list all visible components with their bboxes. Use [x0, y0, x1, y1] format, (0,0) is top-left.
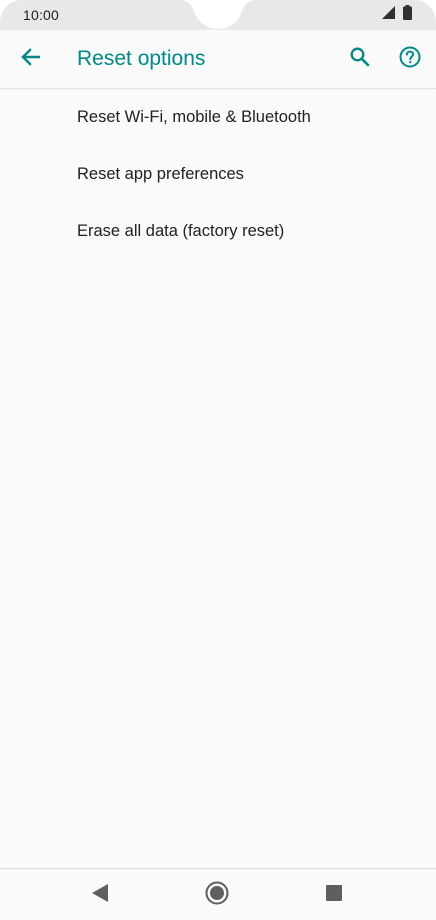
help-button[interactable] — [394, 43, 426, 75]
app-bar: Reset options — [0, 30, 436, 89]
nav-back-icon — [92, 883, 108, 907]
arrow-back-icon — [20, 47, 41, 71]
navigation-bar — [0, 868, 436, 920]
nav-recents-icon — [326, 884, 342, 906]
nav-back-button[interactable] — [80, 877, 120, 913]
nav-home-icon — [205, 881, 229, 910]
option-label: Reset app preferences — [77, 165, 244, 183]
help-icon — [399, 46, 421, 73]
status-time: 10:00 — [23, 7, 60, 23]
option-reset-network[interactable]: Reset Wi-Fi, mobile & Bluetooth — [0, 89, 436, 146]
option-reset-app-preferences[interactable]: Reset app preferences — [0, 146, 436, 203]
option-label: Reset Wi-Fi, mobile & Bluetooth — [77, 108, 311, 126]
page-title: Reset options — [77, 47, 206, 70]
notch-edge-left — [180, 0, 194, 14]
screen: 10:00 Reset options Reset Wi-Fi, mobile … — [0, 0, 436, 920]
back-button[interactable] — [14, 43, 46, 75]
reset-options-list: Reset Wi-Fi, mobile & Bluetooth Reset ap… — [0, 89, 436, 260]
status-icons — [382, 5, 412, 25]
search-button[interactable] — [344, 43, 376, 75]
battery-icon — [403, 5, 412, 25]
nav-recents-button[interactable] — [314, 877, 354, 913]
notch-edge-right — [242, 0, 256, 14]
option-label: Erase all data (factory reset) — [77, 222, 285, 240]
option-factory-reset[interactable]: Erase all data (factory reset) — [0, 203, 436, 260]
nav-home-button[interactable] — [197, 877, 237, 913]
signal-icon — [382, 6, 395, 24]
search-icon — [350, 47, 370, 72]
